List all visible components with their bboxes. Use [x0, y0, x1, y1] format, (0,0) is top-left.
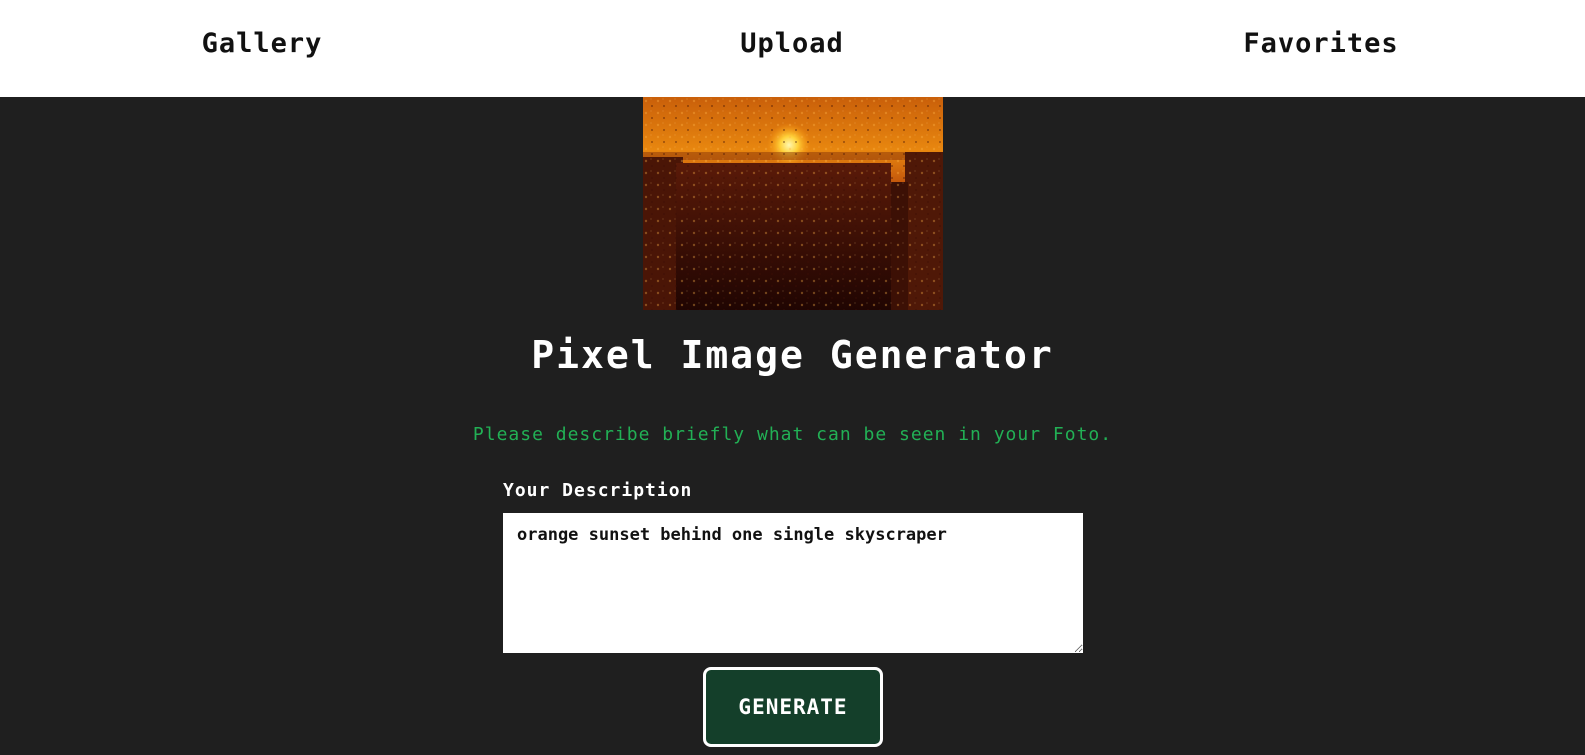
instruction-text: Please describe briefly what can be seen…	[472, 424, 1113, 445]
preview-image	[643, 97, 943, 310]
page-title: Pixel Image Generator	[531, 333, 1054, 377]
description-label: Your Description	[503, 480, 693, 501]
nav-link-gallery[interactable]: Gallery	[202, 28, 323, 59]
description-textarea[interactable]: orange sunset behind one single skyscrap…	[503, 513, 1083, 653]
generate-button[interactable]: GENERATE	[703, 667, 883, 747]
nav-link-favorites[interactable]: Favorites	[1243, 28, 1398, 59]
nav-link-upload[interactable]: Upload	[740, 28, 844, 59]
top-navigation: Gallery Upload Favorites	[0, 0, 1585, 97]
